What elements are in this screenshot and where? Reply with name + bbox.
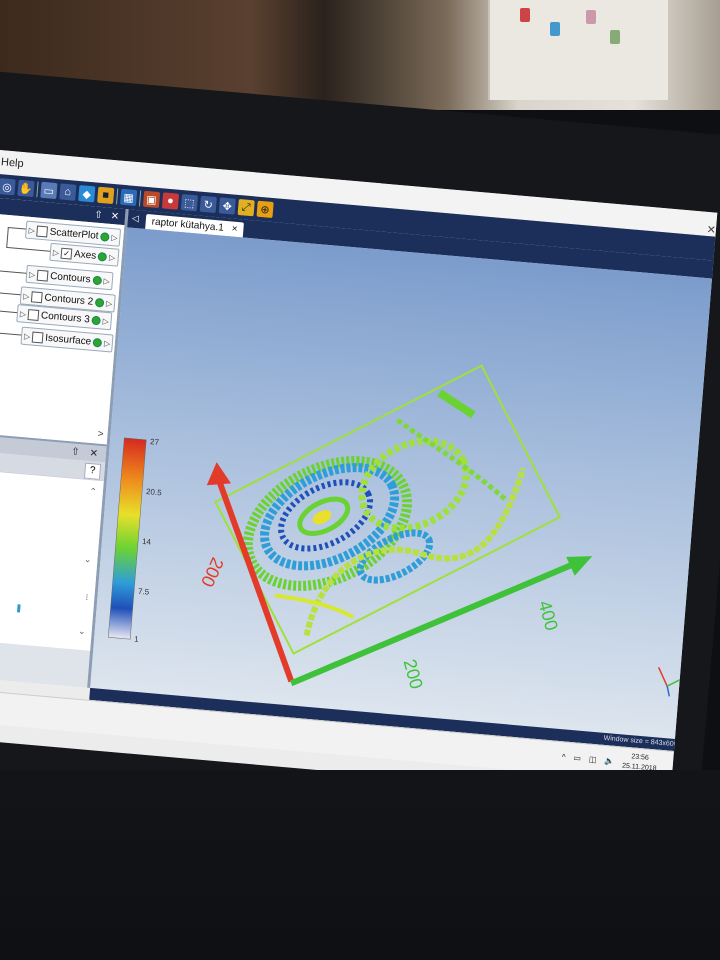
toolbar-separator (116, 188, 119, 205)
contour-peak (312, 510, 332, 525)
status-dot-icon (100, 231, 110, 242)
pipeline-node-axes[interactable]: ▷ ✓ Axes ▷ (49, 242, 120, 267)
pipeline-node-isosurface[interactable]: ▷ Isosurface ▷ (20, 326, 115, 353)
collapse-icon[interactable]: ⌃ (89, 486, 97, 498)
zoom-box-icon[interactable]: ⊕ (256, 200, 274, 219)
toolbar-separator (36, 181, 39, 198)
light-icon[interactable]: ● (161, 192, 180, 210)
window-icon[interactable]: ▭ (40, 181, 58, 200)
volume-icon[interactable]: 🔈 (604, 756, 615, 766)
properties-panel: ⌃ ⌄ ⁝ ⌄ (0, 468, 104, 651)
visibility-checkbox[interactable]: ✓ (60, 247, 73, 260)
fridge (488, 0, 668, 100)
zoom-icon[interactable]: ◎ (0, 178, 16, 196)
axis-green-label: 400 (535, 598, 562, 632)
orientation-gizmo (657, 667, 682, 697)
pipeline-node-contours[interactable]: ▷ Contours ▷ (25, 264, 114, 291)
visibility-checkbox[interactable] (31, 290, 43, 303)
pipeline-node-scatterplot[interactable]: ▷ ScatterPlot ▷ (24, 220, 122, 247)
axis-red-label: 200 (197, 554, 228, 590)
axis-red-arrowhead (206, 462, 232, 486)
spinner-icon[interactable]: ⁝ (85, 592, 89, 603)
value-marker (16, 604, 21, 613)
3d-scene[interactable]: 27 20.5 14 7.5 1 200 200 400 (90, 227, 715, 739)
monitor-screen: Help ✕ ◎ ✋ ▭ ⌂ ◆ ■ ▦ ▣ ● ⬚ ↻ ✥ ⤢ ⊕ ⇧ ✕ ▷… (0, 150, 718, 801)
pin-icon[interactable]: ⇧ (94, 209, 103, 221)
3d-viewport[interactable]: 27 20.5 14 7.5 1 200 200 400 (90, 227, 715, 740)
network-icon[interactable]: ◫ (589, 754, 597, 764)
close-icon[interactable]: ✕ (89, 447, 98, 459)
colorbar-tick: 20.5 (146, 487, 163, 497)
status-dot-icon (92, 337, 103, 348)
select-icon[interactable]: ⬚ (180, 194, 198, 212)
colorbar-tick: 27 (150, 437, 160, 447)
colorbar: 27 20.5 14 7.5 1 (108, 437, 163, 644)
status-dot-icon (94, 297, 105, 308)
visibility-checkbox[interactable] (36, 225, 49, 237)
visibility-checkbox[interactable] (27, 308, 40, 321)
colorbar-tick: 1 (134, 635, 140, 644)
close-icon[interactable]: ✕ (110, 210, 119, 222)
help-button[interactable]: ? (83, 462, 102, 480)
axis-green-line (289, 560, 578, 687)
tab-list-icon[interactable]: ◁ (132, 213, 140, 225)
cube-icon[interactable]: ◆ (78, 185, 96, 203)
pin-icon[interactable]: ⇧ (71, 446, 80, 458)
toolbar-separator (138, 190, 142, 207)
colorbar-tick: 7.5 (138, 587, 150, 597)
contour-line (437, 389, 476, 419)
menu-help[interactable]: Help (1, 156, 25, 170)
status-dot-icon (91, 315, 102, 325)
box-icon[interactable]: ■ (97, 186, 115, 205)
contour-ring (358, 437, 470, 532)
axis-green-label: 200 (399, 657, 426, 691)
scroll-right-icon[interactable]: > (97, 429, 104, 440)
camera-icon[interactable]: ▣ (142, 190, 161, 209)
contour-line (303, 467, 527, 637)
tab-close-icon[interactable]: × (231, 224, 238, 235)
pan-icon[interactable]: ✥ (218, 197, 236, 215)
status-dot-icon (97, 251, 108, 262)
fit-icon[interactable]: ⤢ (237, 199, 255, 217)
status-dot-icon (92, 275, 102, 285)
home-icon[interactable]: ⌂ (59, 183, 77, 201)
chevron-up-icon[interactable]: ^ (561, 752, 565, 761)
colorbar-gradient (108, 437, 147, 640)
pipeline-tree: ▷ ScatterPlot ▷ ▷ ✓ Axes ▷ ▷ Contours ▷ ▷… (0, 213, 125, 445)
expand-icon[interactable]: ⌄ (78, 626, 86, 638)
hand-icon[interactable]: ✋ (17, 179, 35, 198)
visibility-checkbox[interactable] (36, 269, 49, 282)
battery-icon[interactable]: ▭ (573, 753, 581, 763)
colorbar-tick: 14 (142, 537, 152, 547)
visibility-checkbox[interactable] (31, 331, 44, 343)
laptop-lower-bezel (0, 770, 720, 960)
dropdown-icon[interactable]: ⌄ (83, 554, 92, 566)
grid-icon[interactable]: ▦ (120, 188, 138, 207)
rotate-icon[interactable]: ↻ (199, 195, 217, 214)
